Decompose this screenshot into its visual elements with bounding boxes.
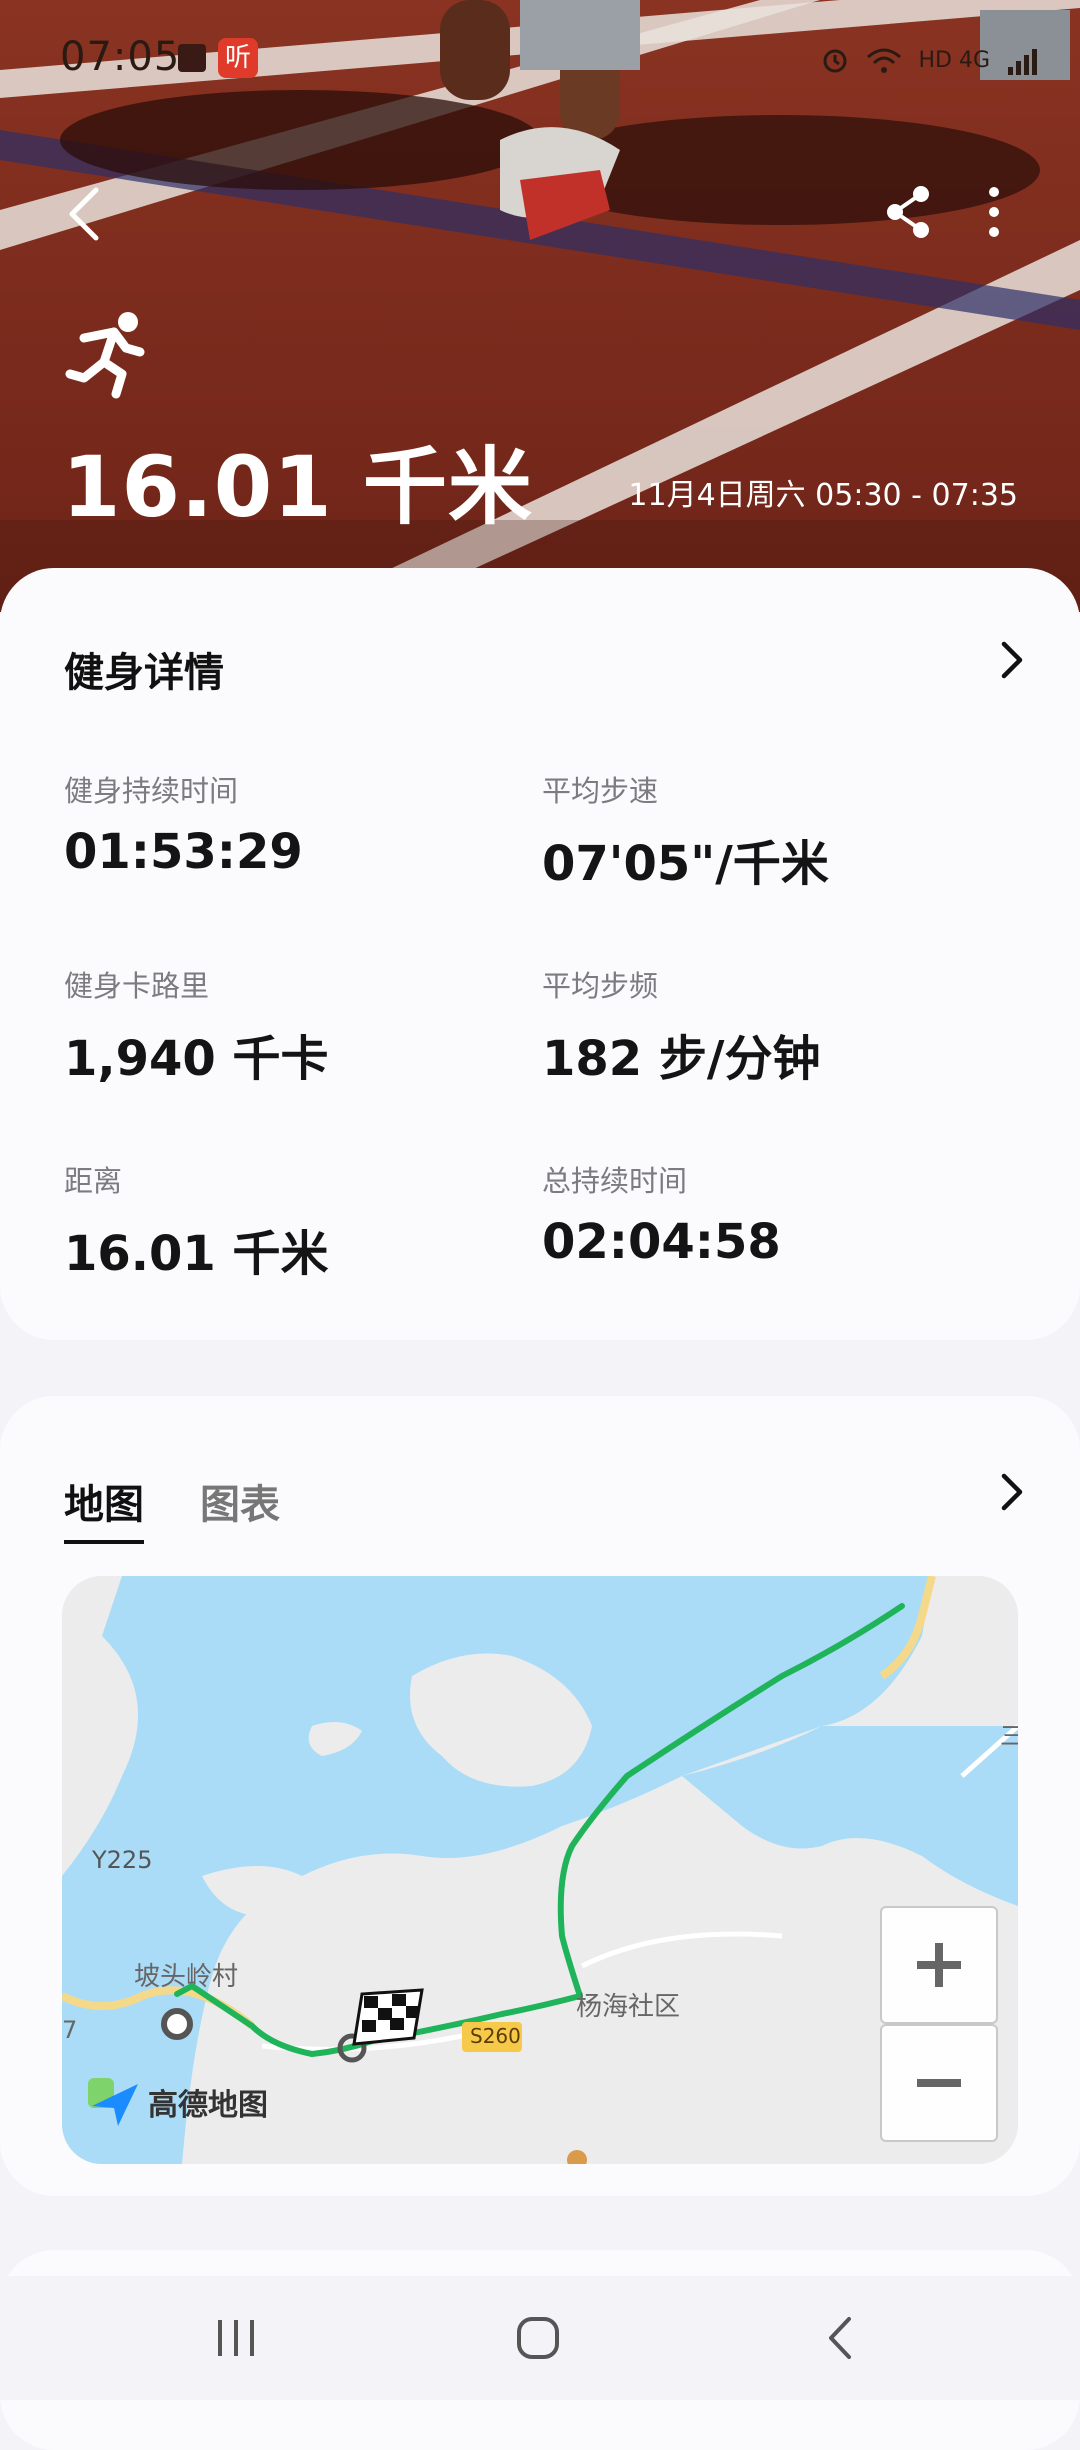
status-indicators: HD 4G	[820, 40, 1040, 80]
back-icon	[69, 187, 99, 241]
map-provider-name: 高德地图	[148, 2088, 268, 2123]
stat-value: 02:04:58	[542, 1214, 781, 1270]
network-label: HD 4G	[918, 47, 990, 73]
map-chevron-icon[interactable]	[988, 1468, 1036, 1516]
signal-icon	[1008, 49, 1037, 75]
home-icon	[517, 2317, 559, 2359]
stat-duration: 健身持续时间 01:53:29	[64, 768, 504, 880]
tab-chart[interactable]: 图表	[200, 1472, 280, 1544]
gaode-logo: 高德地图	[86, 2076, 268, 2128]
map-label-road-y225: Y225	[92, 1846, 153, 1874]
route-map[interactable]: Y225 坡头岭村 杨海社区 S260 7 三 高德地图	[62, 1576, 1018, 2164]
distance-title: 16.01 千米	[62, 438, 533, 536]
status-bar: 07:05 听 HD 4G	[0, 0, 1080, 110]
details-title: 健身详情	[64, 650, 224, 696]
running-icon	[65, 312, 145, 399]
more-options-button[interactable]	[958, 176, 1030, 248]
stat-calories: 健身卡路里 1,940 千卡	[64, 963, 504, 1089]
recent-apps-button[interactable]	[188, 2298, 284, 2378]
minus-icon	[917, 2079, 961, 2087]
workout-date-range: 11月4日周六 05:30 - 07:35	[628, 478, 1018, 513]
map-label-edge: 7	[62, 2016, 78, 2044]
stat-value: 07'05"/千米	[542, 836, 829, 892]
alarm-icon	[823, 49, 847, 73]
notification-icon	[178, 44, 206, 72]
stat-label: 总持续时间	[542, 1164, 688, 1198]
gaode-logo-icon	[88, 2078, 138, 2126]
stat-label: 平均步频	[542, 969, 659, 1003]
map-label-edge-right: 三	[1000, 1722, 1018, 1750]
map-chart-tabs: 地图 图表	[64, 1472, 280, 1544]
stat-label: 健身持续时间	[64, 774, 239, 808]
wifi-icon	[867, 48, 902, 73]
map-label-village: 坡头岭村	[134, 1962, 239, 1992]
status-time: 07:05	[60, 34, 181, 80]
zoom-in-button[interactable]	[880, 1906, 998, 2024]
tab-map[interactable]: 地图	[64, 1472, 144, 1544]
stat-total-duration: 总持续时间 02:04:58	[542, 1158, 982, 1270]
stat-value: 1,940 千卡	[64, 1031, 329, 1087]
header-banner: 07:05 听 HD 4G 16.01 千米 11月4日周六 05:30 - 0…	[0, 0, 1080, 612]
map-card: 地图 图表 Y225 坡头岭村 杨海社区 S260 7 三 高德地图	[0, 1396, 1080, 2196]
stat-value: 182 步/分钟	[542, 1031, 821, 1087]
stat-avg-cadence: 平均步频 182 步/分钟	[542, 963, 982, 1089]
details-chevron-icon[interactable]	[988, 636, 1036, 684]
map-label-road-s260: S260	[470, 2024, 521, 2048]
back-button[interactable]	[48, 178, 120, 250]
share-button[interactable]	[872, 176, 944, 248]
stat-value: 16.01 千米	[64, 1226, 329, 1282]
plus-icon	[917, 1943, 961, 1987]
stat-label: 平均步速	[542, 774, 659, 808]
stat-label: 健身卡路里	[64, 969, 210, 1003]
map-label-community: 杨海社区	[576, 1992, 681, 2022]
recent-apps-icon	[218, 2320, 254, 2356]
home-button[interactable]	[490, 2298, 586, 2378]
system-nav-bar	[0, 2276, 1080, 2400]
share-icon	[887, 186, 929, 238]
back-nav-button[interactable]	[792, 2298, 888, 2378]
workout-details-card: 健身详情 健身持续时间 01:53:29 平均步速 07'05"/千米 健身卡路…	[0, 568, 1080, 1340]
zoom-out-button[interactable]	[880, 2024, 998, 2142]
back-nav-icon	[829, 2317, 851, 2359]
stat-distance: 距离 16.01 千米	[64, 1158, 504, 1284]
more-icon	[989, 187, 999, 237]
start-marker	[161, 2008, 193, 2040]
stat-value: 01:53:29	[64, 824, 303, 880]
stat-label: 距离	[64, 1164, 123, 1198]
ting-app-icon: 听	[218, 38, 258, 78]
stat-avg-pace: 平均步速 07'05"/千米	[542, 768, 982, 894]
